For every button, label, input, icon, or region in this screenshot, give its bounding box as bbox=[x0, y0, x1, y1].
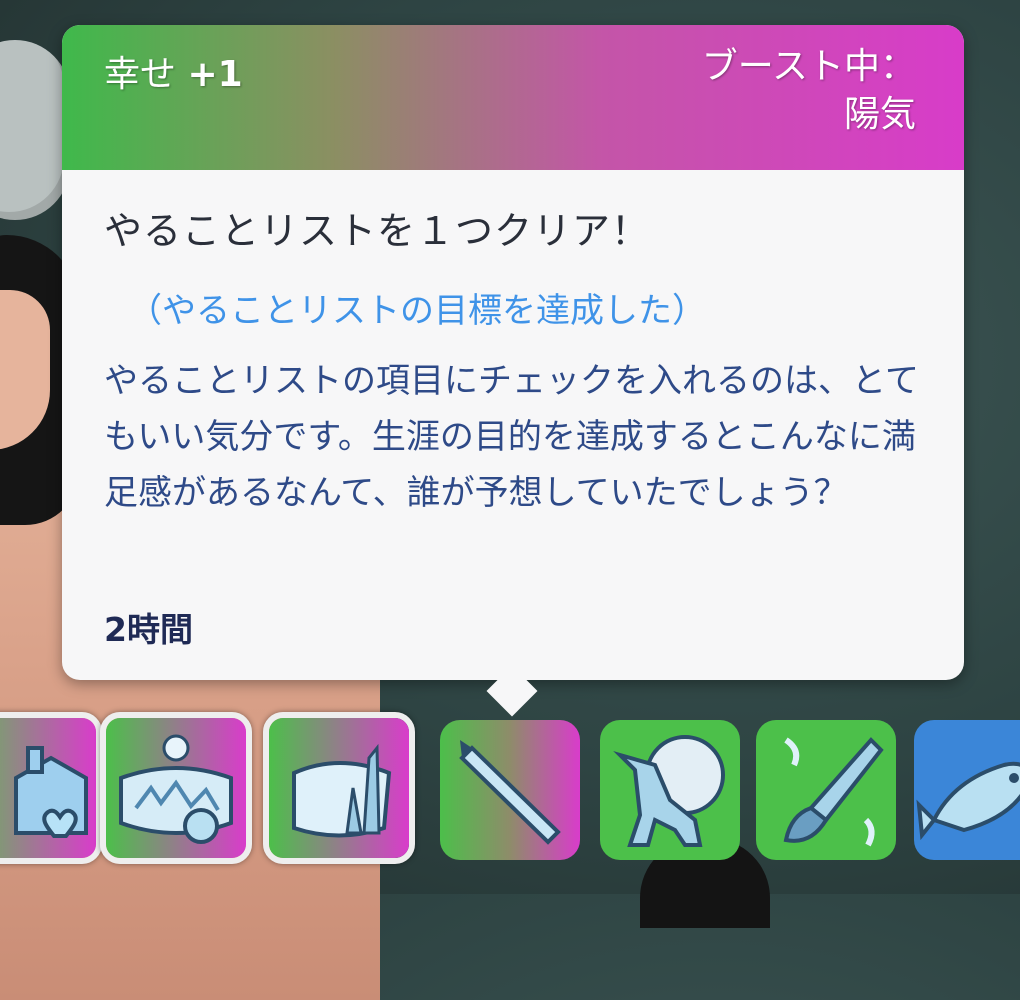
pencil-icon bbox=[440, 720, 580, 860]
moodlet-frozen-pond[interactable] bbox=[263, 712, 415, 864]
frozen-pond-icon bbox=[269, 718, 409, 858]
emotion-label: 幸せ bbox=[104, 54, 177, 95]
paintbrush-icon bbox=[756, 720, 896, 860]
moodlet-pencil[interactable] bbox=[440, 720, 580, 860]
tooltip-subtitle: （やることリストの目標を達成した） bbox=[128, 291, 706, 331]
tooltip-description: やることリストの項目にチェックを入れるのは、とてもいい気分です。生涯の目的を達成… bbox=[104, 361, 919, 513]
boost-value: 陽気 bbox=[843, 94, 916, 135]
boost-label: ブースト中： bbox=[701, 46, 916, 87]
emotion-value: +1 bbox=[187, 54, 243, 95]
emotion-effect: 幸せ +1 bbox=[104, 45, 243, 97]
moodlet-house-heart[interactable] bbox=[0, 712, 102, 864]
moodlet-bar bbox=[0, 712, 1020, 872]
tooltip-title: やることリストを１つクリア！ bbox=[104, 209, 651, 253]
wolf-moon-icon bbox=[600, 720, 740, 860]
moodlet-fish[interactable] bbox=[914, 720, 1020, 860]
boost-info: ブースト中： 陽気 bbox=[702, 43, 916, 139]
moodlet-snowy-landscape[interactable] bbox=[100, 712, 252, 864]
house-heart-icon bbox=[0, 718, 96, 858]
moodlet-paintbrush[interactable] bbox=[756, 720, 896, 860]
background-cloud bbox=[0, 40, 70, 220]
snowy-landscape-icon bbox=[106, 718, 246, 858]
tooltip-duration: 2時間 bbox=[104, 610, 193, 649]
fish-icon bbox=[914, 720, 1020, 860]
moodlet-wolf-moon[interactable] bbox=[600, 720, 740, 860]
tooltip-pointer bbox=[486, 665, 538, 717]
moodlet-tooltip: 幸せ +1 ブースト中： 陽気 やることリストを１つクリア！ （やることリストの… bbox=[62, 25, 964, 717]
